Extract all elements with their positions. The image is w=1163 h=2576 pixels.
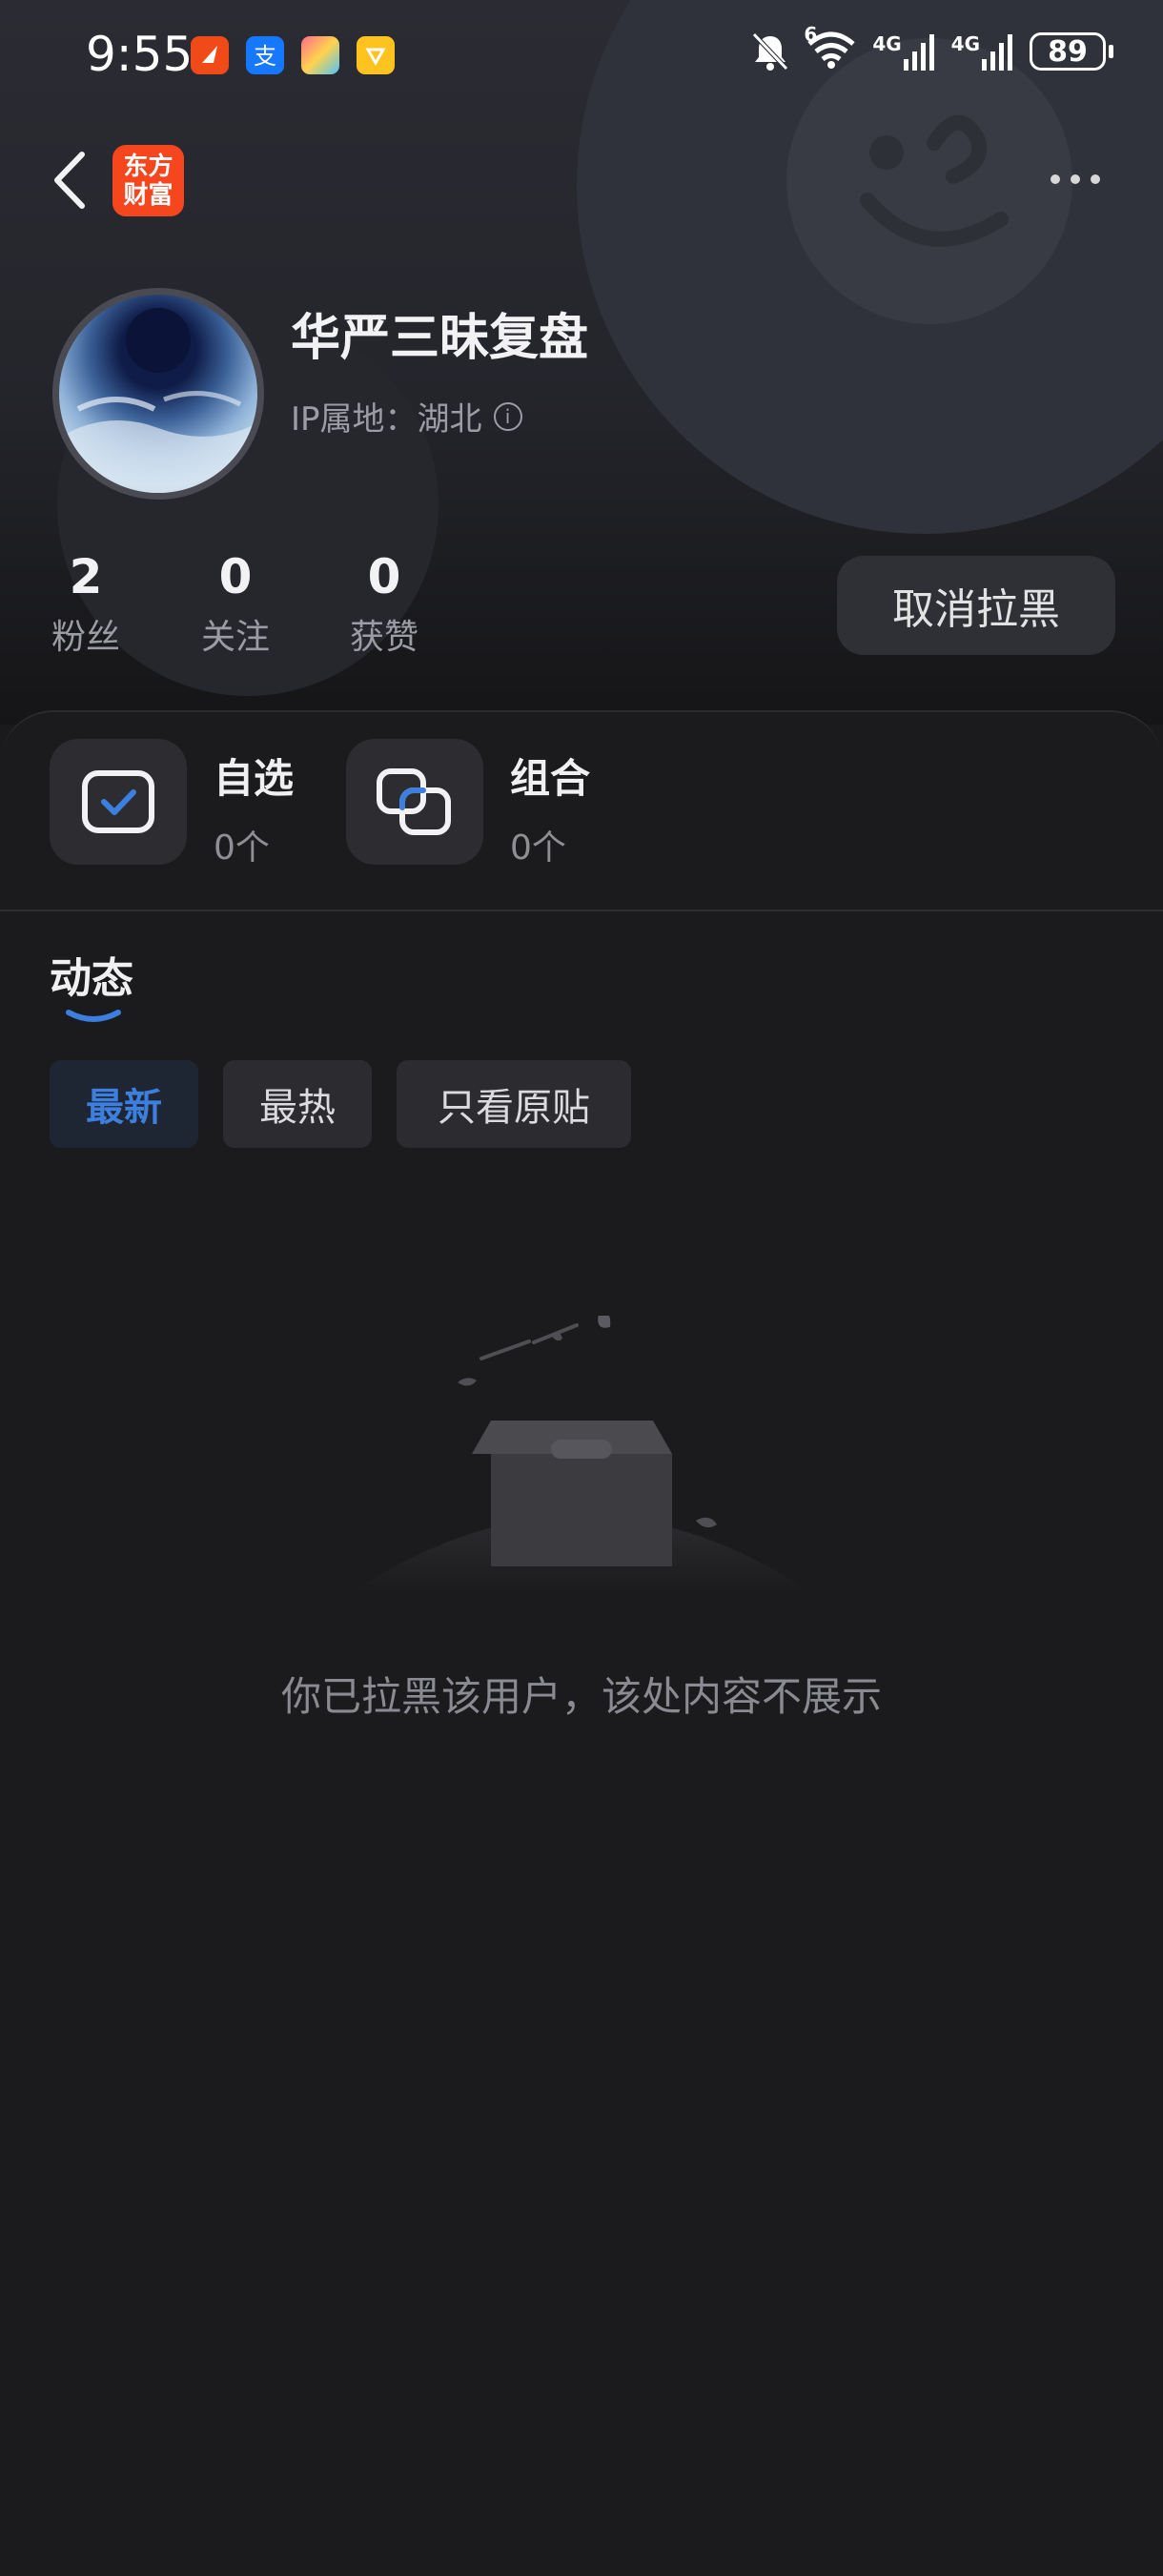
- red-app-icon: [191, 36, 229, 74]
- back-button[interactable]: [48, 149, 93, 212]
- portfolio-count: 0个: [510, 828, 566, 868]
- overlapping-squares-icon: [377, 768, 451, 835]
- clock: 9:55: [86, 27, 194, 82]
- battery-tip: [1109, 45, 1113, 58]
- checkbox-icon: [82, 770, 154, 833]
- stat-label: 关注: [200, 618, 270, 657]
- stat-value: 2: [69, 549, 103, 604]
- signal-bars-icon: [903, 34, 934, 71]
- watchlist-count: 0个: [214, 828, 270, 868]
- portfolio-entry[interactable]: 组合 0个: [346, 739, 590, 869]
- wifi-badge: 6: [804, 23, 818, 46]
- tab-indicator: [66, 1010, 121, 1022]
- cell-signal-1: 4G: [872, 32, 935, 71]
- portfolio-title: 组合: [510, 755, 591, 802]
- empty-state-message: 你已拉黑该用户，该处内容不展示: [280, 1673, 882, 1720]
- mute-bell-icon: [752, 32, 789, 71]
- ip-location: IP属地：湖北: [291, 400, 482, 439]
- eastmoney-logo[interactable]: 东方 财富: [112, 145, 184, 216]
- stat-label: 粉丝: [51, 618, 120, 657]
- network-type-label: 4G: [872, 32, 902, 55]
- dot-icon: [1091, 174, 1100, 184]
- more-options-button[interactable]: [1039, 160, 1112, 198]
- stat-label: 获赞: [349, 618, 418, 657]
- logo-text-line2: 财富: [123, 180, 173, 210]
- stat-value: 0: [367, 549, 401, 604]
- svg-text:支: 支: [254, 43, 276, 70]
- ip-location-row: IP属地：湖北 i: [291, 393, 522, 440]
- alipay-icon: 支: [246, 36, 284, 74]
- signal-bars-icon: [982, 34, 1012, 71]
- status-bar: 9:55 支 6 4G 4G 89: [0, 0, 1163, 112]
- smiley-decoration-icon: [860, 114, 1009, 247]
- colorful-app-icon: [301, 36, 339, 74]
- divider: [0, 910, 1163, 911]
- filter-latest[interactable]: 最新: [50, 1060, 198, 1148]
- unblock-button[interactable]: 取消拉黑: [837, 556, 1115, 655]
- watchlist-title: 自选: [214, 755, 295, 802]
- username: 华严三昧复盘: [291, 310, 589, 367]
- info-icon[interactable]: i: [493, 401, 522, 431]
- content-card: [0, 710, 1163, 2576]
- avatar[interactable]: [52, 288, 264, 500]
- chevron-left-icon: [54, 152, 85, 209]
- battery-level: 89: [1030, 32, 1106, 71]
- feed-section-title[interactable]: 动态: [50, 944, 133, 1005]
- watchlist-icon-box: [50, 739, 187, 865]
- avatar-image: [59, 308, 257, 493]
- watchlist-entry[interactable]: 自选 0个: [50, 739, 294, 869]
- stat-following[interactable]: 0 关注: [183, 548, 288, 659]
- stat-likes[interactable]: 0 获赞: [332, 548, 437, 659]
- stat-value: 0: [218, 549, 253, 604]
- dot-icon: [1071, 174, 1080, 184]
- filter-hottest[interactable]: 最热: [223, 1060, 372, 1148]
- stat-followers[interactable]: 2 粉丝: [33, 548, 138, 659]
- logo-text-line1: 东方: [123, 152, 173, 181]
- dot-icon: [1051, 174, 1060, 184]
- portfolio-icon-box: [346, 739, 483, 865]
- battery-indicator: 89: [1030, 32, 1113, 71]
- filter-original-only[interactable]: 只看原贴: [397, 1060, 631, 1148]
- cell-signal-2: 4G: [951, 32, 1014, 71]
- wifi-indicator: 6: [804, 23, 857, 74]
- empty-box-illustration: [353, 1316, 810, 1592]
- yellow-app-icon: [357, 36, 395, 74]
- network-type-label: 4G: [950, 32, 980, 55]
